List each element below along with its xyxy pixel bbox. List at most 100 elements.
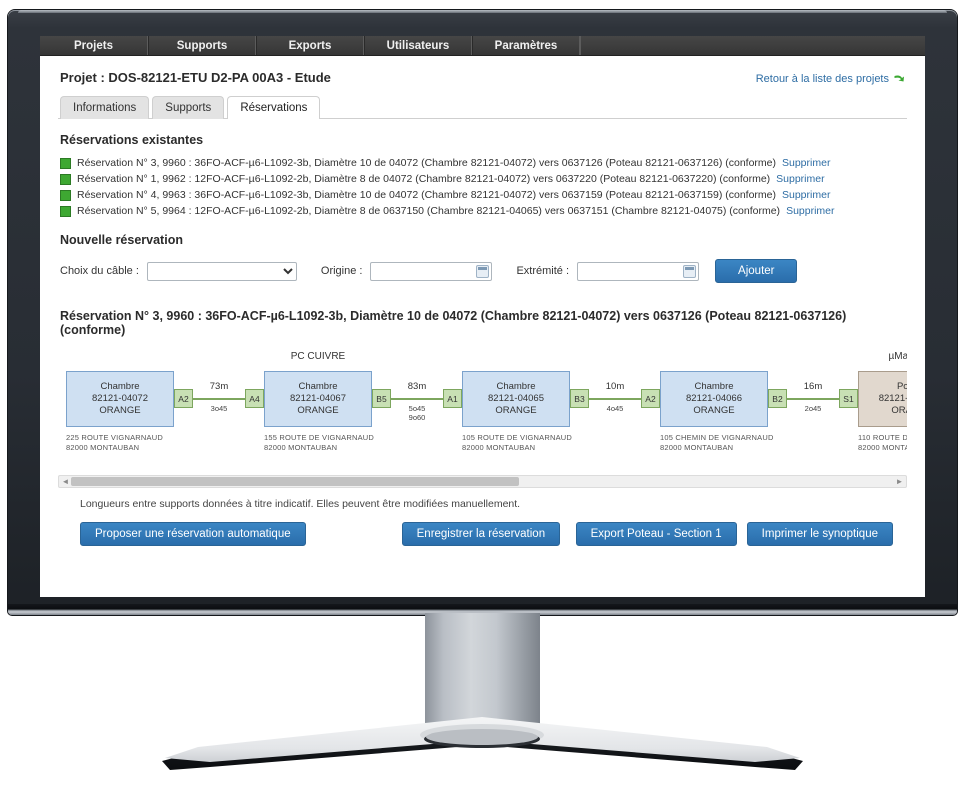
new-reservation-title: Nouvelle réservation — [60, 233, 183, 247]
node-port-right[interactable]: A2 — [174, 389, 193, 408]
node-port-right[interactable]: B3 — [570, 389, 589, 408]
reservation-row: Réservation N° 1, 9962 : 12FO-ACF-µ6-L10… — [60, 171, 907, 187]
nav-item-label: Supports — [176, 39, 228, 52]
reservation-text: Réservation N° 5, 9964 : 12FO-ACF-µ6-L10… — [77, 205, 781, 217]
node-group-label: PC CUIVRE — [290, 351, 346, 362]
monitor-screen: Projets Supports Exports Utilisateurs Pa… — [40, 36, 925, 597]
node-code: 82121-04072 — [92, 393, 148, 404]
extremity-field-wrapper — [577, 261, 700, 281]
reservation-text: Réservation N° 1, 9962 : 12FO-ACF-µ6-L10… — [77, 173, 771, 185]
cable-select[interactable] — [146, 261, 297, 281]
node-port-left[interactable]: A2 — [641, 389, 660, 408]
nav-item-label: Paramètres — [494, 39, 558, 52]
node-address-line2: 82000 MONTAUBAN — [858, 442, 907, 452]
back-to-projects-link[interactable]: Retour à la liste des projets — [756, 73, 889, 85]
status-indicator-icon — [60, 205, 71, 217]
calendar-icon[interactable] — [683, 264, 697, 278]
nav-item-label: Exports — [288, 39, 332, 52]
link-sublabel-1: 3o45 — [210, 404, 228, 413]
node-address-line1: 110 ROUTE DE VIGNARNAUD — [858, 433, 907, 442]
nav-item-parametres[interactable]: Paramètres — [472, 36, 580, 55]
nav-item-label: Projets — [74, 39, 113, 52]
footer-button-bar: Proposer une réservation automatique Enr… — [80, 522, 907, 546]
node-port-left[interactable]: A4 — [245, 389, 264, 408]
node-address: 225 ROUTE VIGNARNAUD 82000 MONTAUBAN — [66, 433, 216, 452]
nav-item-exports[interactable]: Exports — [256, 36, 364, 55]
node-box-chambre[interactable]: Chambre 82121-04066 ORANGE — [660, 371, 768, 427]
add-reservation-button[interactable]: Ajouter — [715, 259, 798, 283]
reservation-text: Réservation N° 4, 9963 : 36FO-ACF-µ6-L10… — [77, 189, 776, 201]
node-owner: ORANGE — [495, 405, 537, 416]
save-reservation-button[interactable]: Enregistrer la réservation — [401, 522, 561, 546]
extremity-input[interactable] — [577, 261, 700, 281]
monitor-top-edge — [18, 10, 947, 13]
node-address: 105 CHEMIN DE VIGNARNAUD 82000 MONTAUBAN — [660, 433, 810, 452]
delete-reservation-link[interactable]: Supprimer — [782, 188, 830, 202]
node-port-right[interactable]: B5 — [372, 389, 391, 408]
propose-auto-reservation-button[interactable]: Proposer une réservation automatique — [80, 522, 306, 546]
status-indicator-icon — [60, 157, 71, 169]
node-address-line2: 82000 MONTAUBAN — [462, 442, 536, 452]
tab-label: Informations — [73, 102, 137, 114]
reservation-row: Réservation N° 3, 9960 : 36FO-ACF-µ6-L10… — [60, 155, 907, 171]
scroll-left-icon[interactable]: ◄ — [60, 477, 71, 486]
link-line — [787, 398, 839, 400]
node-kind: Chambre — [298, 381, 338, 392]
scrollbar-thumb[interactable] — [71, 477, 519, 486]
node-box-chambre[interactable]: Chambre 82121-04067 ORANGE — [264, 371, 372, 427]
link-line — [391, 398, 443, 400]
reservation-row: Réservation N° 5, 9964 : 12FO-ACF-µ6-L10… — [60, 203, 907, 219]
nav-item-projets[interactable]: Projets — [40, 36, 148, 55]
page-title: Projet : DOS-82121-ETU D2-PA 00A3 - Etud… — [60, 70, 331, 85]
origin-input[interactable] — [370, 261, 493, 281]
delete-reservation-link[interactable]: Supprimer — [786, 204, 834, 218]
tab-label: Réservations — [240, 102, 308, 114]
link-sublabel-1: 4o45 — [606, 404, 624, 413]
synoptic-horizontal-scrollbar[interactable]: ◄ ► — [58, 475, 907, 488]
delete-reservation-link[interactable]: Supprimer — [782, 156, 830, 170]
page-content: Projet : DOS-82121-ETU D2-PA 00A3 - Etud… — [40, 56, 925, 546]
tab-supports[interactable]: Supports — [152, 96, 225, 119]
node-address-line1: 105 CHEMIN DE VIGNARNAUD — [660, 433, 774, 442]
node-owner: ORANGE — [297, 405, 339, 416]
origin-label: Origine : — [320, 265, 363, 277]
tab-informations[interactable]: Informations — [60, 96, 150, 119]
cable-select-label: Choix du câble : — [60, 265, 139, 277]
node-code: 82121-04065 — [488, 393, 544, 404]
page-header: Projet : DOS-82121-ETU D2-PA 00A3 - Etud… — [58, 56, 907, 95]
node-port-left[interactable]: S1 — [839, 389, 858, 408]
delete-reservation-link[interactable]: Supprimer — [776, 172, 824, 186]
tab-reservations[interactable]: Réservations — [227, 96, 321, 119]
node-address-line2: 82000 MONTAUBAN — [66, 442, 140, 452]
nav-item-supports[interactable]: Supports — [148, 36, 256, 55]
calendar-icon[interactable] — [476, 264, 490, 278]
node-address-line2: 82000 MONTAUBAN — [264, 442, 338, 452]
node-box-poteau[interactable]: Poteau 82121-0637128 ORANGE — [858, 371, 907, 427]
node-port-left[interactable]: A1 — [443, 389, 462, 408]
node-owner: ORANGE — [99, 405, 141, 416]
link-sublabel-1: 5o45 — [408, 404, 426, 413]
existing-reservations-title: Réservations existantes — [60, 133, 204, 147]
link-sublabel-2: 9o60 — [408, 413, 426, 422]
main-navigation-bar: Projets Supports Exports Utilisateurs Pa… — [40, 36, 925, 56]
extremity-label: Extrémité : — [516, 265, 570, 277]
link-distance: 83m — [407, 381, 427, 392]
link-sublabel-1: 2o45 — [804, 404, 822, 413]
status-indicator-icon — [60, 189, 71, 201]
new-reservation-form: Choix du câble : Origine : Extrémité : A… — [60, 259, 907, 283]
link-line — [589, 398, 641, 400]
print-synoptic-button[interactable]: Imprimer le synoptique — [746, 522, 893, 546]
node-address-line1: 105 ROUTE DE VIGNARNAUD — [462, 433, 573, 442]
node-box-chambre[interactable]: Chambre 82121-04072 ORANGE — [66, 371, 174, 427]
nav-item-utilisateurs[interactable]: Utilisateurs — [364, 36, 472, 55]
node-code: 82121-04067 — [290, 393, 346, 404]
node-port-right[interactable]: B2 — [768, 389, 787, 408]
export-poteau-button[interactable]: Export Poteau - Section 1 — [575, 522, 737, 546]
node-kind: Chambre — [100, 381, 140, 392]
scroll-right-icon[interactable]: ► — [894, 477, 905, 486]
tab-label: Supports — [165, 102, 212, 114]
reservation-row: Réservation N° 4, 9963 : 36FO-ACF-µ6-L10… — [60, 187, 907, 203]
back-link-group[interactable]: Retour à la liste des projets — [756, 73, 905, 85]
node-kind: Chambre — [694, 381, 734, 392]
node-box-chambre[interactable]: Chambre 82121-04065 ORANGE — [462, 371, 570, 427]
